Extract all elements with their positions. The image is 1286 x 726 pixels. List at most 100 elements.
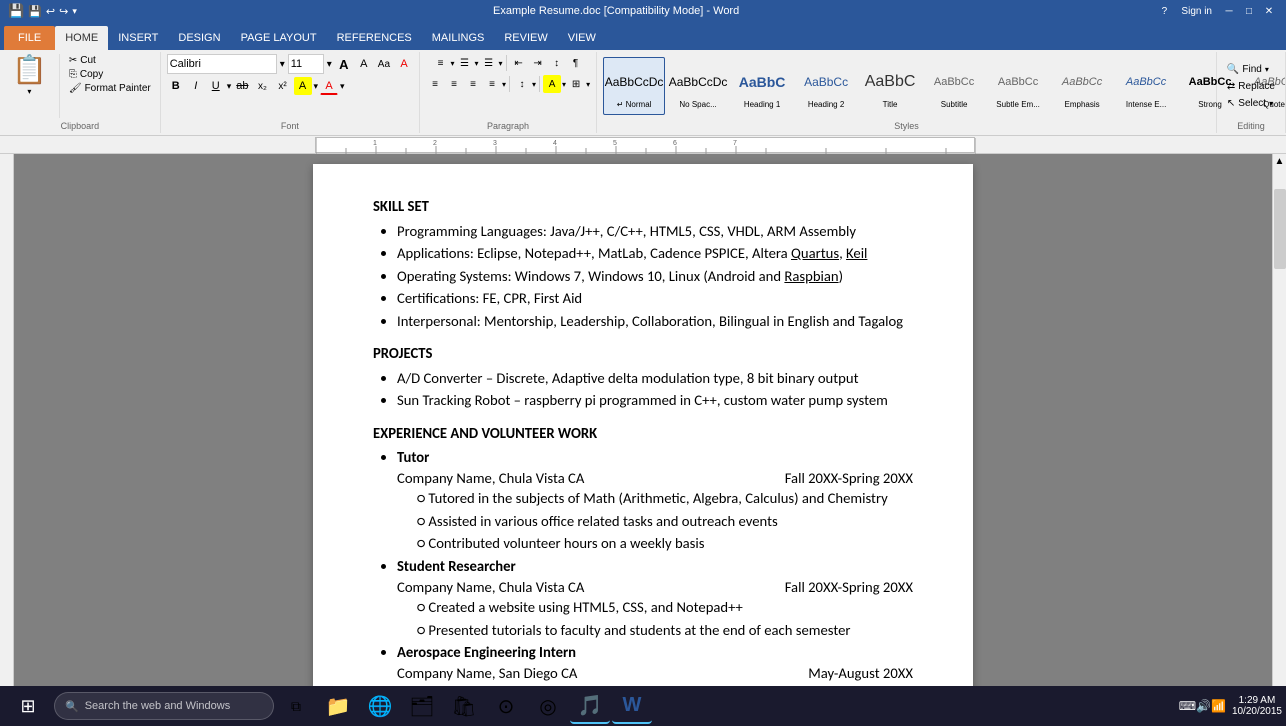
tab-references[interactable]: REFERENCES [327, 26, 422, 50]
start-button[interactable]: ⊞ [4, 688, 52, 724]
undo-icon[interactable]: ↩ [46, 5, 55, 18]
save-icon[interactable]: 💾 [28, 5, 42, 18]
font-size-dropdown[interactable]: ▾ [327, 59, 332, 70]
scroll-area[interactable]: SKILL SET Programming Languages: Java/J+… [14, 154, 1272, 702]
borders-button[interactable]: ⊞ [567, 75, 585, 93]
justify-dropdown[interactable]: ▾ [502, 80, 506, 89]
scroll-thumb[interactable] [1274, 189, 1286, 269]
tab-design[interactable]: DESIGN [168, 26, 230, 50]
unknown-app-button[interactable]: 🎵 [570, 688, 610, 724]
style-no-space[interactable]: AaBbCcDc No Spac... [667, 57, 729, 115]
format-painter-button[interactable]: 🖌 Format Painter [66, 82, 154, 95]
select-button[interactable]: ↖ Select ▾ [1223, 96, 1279, 111]
copy-button[interactable]: ⎘ Copy [66, 68, 154, 81]
search-box[interactable]: 🔍 Search the web and Windows [54, 692, 274, 720]
decrease-indent-button[interactable]: ⇤ [510, 54, 528, 72]
right-scrollbar[interactable]: ▲ ▼ [1272, 154, 1286, 702]
explorer-button[interactable]: 📁 [318, 688, 358, 724]
tab-mailings[interactable]: MAILINGS [422, 26, 495, 50]
style-emphasis-label: Emphasis [1065, 100, 1100, 109]
find-dropdown[interactable]: ▾ [1265, 65, 1269, 74]
font-name-input[interactable] [167, 54, 277, 74]
document-page[interactable]: SKILL SET Programming Languages: Java/J+… [313, 164, 973, 702]
style-heading2[interactable]: AaBbCc Heading 2 [795, 57, 857, 115]
minimize-button[interactable]: ─ [1220, 2, 1238, 20]
researcher-duty-1: Created a website using HTML5, CSS, and … [417, 597, 913, 618]
underline-button[interactable]: U [207, 77, 225, 95]
style-subtitle[interactable]: AaBbCc Subtitle [923, 57, 985, 115]
superscript-button[interactable]: x² [274, 77, 292, 95]
maximize-button[interactable]: □ [1240, 2, 1258, 20]
show-formatting-button[interactable]: ¶ [567, 54, 585, 72]
subscript-button[interactable]: x₂ [254, 77, 272, 95]
select-dropdown[interactable]: ▾ [1269, 99, 1273, 108]
shading-dropdown[interactable]: ▾ [562, 80, 566, 89]
clipboard-group: 📋 ▾ ✂ Cut ⎘ Copy 🖌 Format Painter Clipbo… [0, 52, 161, 133]
style-emphasis[interactable]: AaBbCc Emphasis [1051, 57, 1113, 115]
align-left-button[interactable]: ≡ [426, 75, 444, 93]
clear-format-button[interactable]: A [395, 55, 413, 73]
highlight-button[interactable]: A [294, 77, 312, 95]
style-title[interactable]: AaBbC Title [859, 57, 921, 115]
style-normal[interactable]: AaBbCcDc ↵ Normal [603, 57, 665, 115]
shading-button[interactable]: A [543, 75, 561, 93]
font-grow-button[interactable]: A [335, 55, 353, 73]
style-heading1[interactable]: AaBbC Heading 1 [731, 57, 793, 115]
font-case-button[interactable]: Aa [375, 55, 393, 73]
tab-file[interactable]: FILE [4, 26, 55, 50]
redo-icon[interactable]: ↪ [59, 5, 68, 18]
tab-page-layout[interactable]: PAGE LAYOUT [231, 26, 327, 50]
line-spacing-dropdown[interactable]: ▾ [532, 80, 536, 89]
font-size-input[interactable] [288, 54, 324, 74]
tab-insert[interactable]: INSERT [108, 26, 168, 50]
align-right-button[interactable]: ≡ [464, 75, 482, 93]
bold-button[interactable]: B [167, 77, 185, 95]
multilevel-button[interactable]: ☰ [480, 54, 498, 72]
bullets-dropdown[interactable]: ▾ [451, 59, 455, 68]
font-color-button[interactable]: A [320, 77, 338, 95]
edge-button[interactable]: 🌐 [360, 688, 400, 724]
replace-button[interactable]: ⇄ Replace [1223, 79, 1279, 94]
italic-button[interactable]: I [187, 77, 205, 95]
store-button[interactable]: 🛍 [444, 688, 484, 724]
scroll-up-button[interactable]: ▲ [1273, 154, 1286, 169]
folder-button[interactable]: 🗂 [402, 688, 442, 724]
tab-home[interactable]: HOME [55, 26, 108, 50]
help-button[interactable]: ? [1155, 2, 1173, 20]
tab-view[interactable]: VIEW [558, 26, 606, 50]
sign-in-button[interactable]: Sign in [1175, 2, 1218, 20]
font-shrink-button[interactable]: A [355, 55, 373, 73]
word-taskbar-button[interactable]: W [612, 688, 652, 724]
style-no-space-preview: AaBbCcDc [670, 64, 726, 100]
style-subtle-em[interactable]: AaBbCc Subtle Em... [987, 57, 1049, 115]
close-button[interactable]: ✕ [1260, 2, 1278, 20]
borders-dropdown[interactable]: ▾ [586, 80, 590, 89]
font-color-dropdown[interactable]: ▾ [340, 81, 345, 92]
find-button[interactable]: 🔍 Find ▾ [1223, 62, 1279, 77]
paste-button[interactable]: 📋 [6, 54, 53, 86]
align-center-button[interactable]: ≡ [445, 75, 463, 93]
job-tutor-dates: Fall 20XX-Spring 20XX [785, 468, 913, 489]
cut-button[interactable]: ✂ Cut [66, 54, 154, 67]
skill-2: Applications: Eclipse, Notepad++, MatLab… [397, 243, 913, 264]
strikethrough-button[interactable]: ab [233, 77, 251, 95]
numbering-dropdown[interactable]: ▾ [475, 59, 479, 68]
style-subtle-em-preview: AaBbCc [990, 64, 1046, 100]
style-intense-e[interactable]: AaBbCc Intense E... [1115, 57, 1177, 115]
chrome-button[interactable]: ⊙ [486, 688, 526, 724]
find-icon: 🔍 [1227, 64, 1239, 75]
increase-indent-button[interactable]: ⇥ [529, 54, 547, 72]
numbering-button[interactable]: ☰ [456, 54, 474, 72]
highlight-dropdown[interactable]: ▾ [314, 81, 319, 92]
taskview-button[interactable]: ⧉ [276, 688, 316, 724]
line-spacing-button[interactable]: ↕ [513, 75, 531, 93]
bullets-button[interactable]: ≡ [432, 54, 450, 72]
sort-button[interactable]: ↕ [548, 54, 566, 72]
tab-review[interactable]: REVIEW [494, 26, 557, 50]
opera-button[interactable]: ◎ [528, 688, 568, 724]
multilevel-dropdown[interactable]: ▾ [499, 59, 503, 68]
justify-button[interactable]: ≡ [483, 75, 501, 93]
paste-dropdown[interactable]: ▾ [27, 87, 31, 96]
underline-dropdown[interactable]: ▾ [227, 81, 232, 92]
font-name-dropdown[interactable]: ▾ [280, 59, 285, 70]
